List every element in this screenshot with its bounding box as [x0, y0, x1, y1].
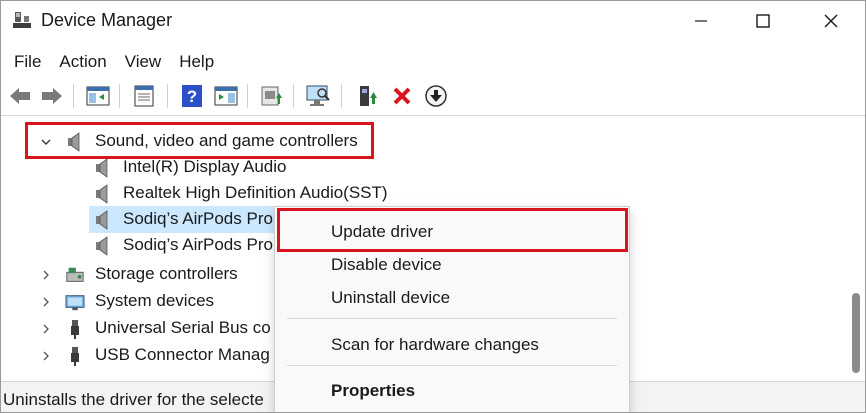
- update-driver-icon[interactable]: [259, 83, 285, 109]
- tree-category-label: USB Connector Manag: [95, 345, 270, 364]
- system-devices-icon: [65, 292, 85, 312]
- tree-category-usb-controllers[interactable]: Universal Serial Bus co: [1, 316, 276, 342]
- action-pane-icon[interactable]: [213, 83, 239, 109]
- scan-hardware-icon[interactable]: [305, 83, 331, 109]
- tree-item-label: Intel(R) Display Audio: [123, 157, 287, 176]
- menu-help[interactable]: Help: [170, 49, 223, 75]
- tree-category-usb-connector-managers[interactable]: USB Connector Manag: [1, 343, 276, 369]
- highlight-box-update-driver: [277, 208, 628, 252]
- forward-arrow-icon[interactable]: [39, 83, 65, 109]
- speaker-icon: [93, 236, 113, 256]
- help-icon[interactable]: ?: [179, 83, 205, 109]
- usb-plug-icon: [65, 319, 85, 339]
- usb-plug-icon: [65, 346, 85, 366]
- device-manager-icon: [12, 10, 32, 30]
- storage-controller-icon: [65, 265, 85, 285]
- chevron-right-icon[interactable]: [39, 349, 53, 363]
- window-title: Device Manager: [41, 10, 173, 30]
- tree-item-realtek-audio[interactable]: Realtek High Definition Audio(SST): [1, 181, 401, 207]
- tree-item-airpods-pro[interactable]: Sodiq’s AirPods Pro: [1, 233, 276, 259]
- tree-item-label: Sodiq’s AirPods Pro: [123, 235, 273, 254]
- tree-category-label: Storage controllers: [95, 264, 238, 283]
- toolbar-separator: [119, 84, 120, 108]
- enable-device-icon[interactable]: [355, 83, 381, 109]
- maximize-button[interactable]: [730, 1, 796, 41]
- close-button[interactable]: [798, 1, 864, 41]
- disable-device-icon[interactable]: [423, 83, 449, 109]
- device-manager-window: Device Manager File Action View Help ? S…: [0, 0, 866, 413]
- speaker-icon: [93, 158, 113, 178]
- tree-item-airpods-pro-selected[interactable]: Sodiq’s AirPods Pro: [1, 207, 276, 233]
- status-text: Uninstalls the driver for the selecte: [3, 390, 264, 409]
- ctx-disable-device[interactable]: Disable device: [275, 250, 629, 280]
- menu-file[interactable]: File: [5, 49, 50, 75]
- back-arrow-icon[interactable]: [7, 83, 33, 109]
- tree-item-label: Realtek High Definition Audio(SST): [123, 183, 388, 202]
- tree-item-label: Sodiq’s AirPods Pro: [123, 209, 273, 228]
- toolbar-separator: [73, 84, 74, 108]
- uninstall-device-icon[interactable]: [389, 83, 415, 109]
- minimize-button[interactable]: [668, 1, 734, 41]
- chevron-right-icon[interactable]: [39, 322, 53, 336]
- chevron-right-icon[interactable]: [39, 268, 53, 282]
- ctx-separator: [287, 318, 617, 319]
- chevron-right-icon[interactable]: [39, 295, 53, 309]
- toolbar-divider: [1, 115, 865, 116]
- ctx-properties[interactable]: Properties: [275, 376, 629, 406]
- vertical-scrollbar[interactable]: [846, 119, 865, 377]
- ctx-uninstall-device[interactable]: Uninstall device: [275, 283, 629, 313]
- menu-view[interactable]: View: [116, 49, 171, 75]
- tree-category-storage-controllers[interactable]: Storage controllers: [1, 262, 276, 288]
- ctx-scan-hardware[interactable]: Scan for hardware changes: [275, 330, 629, 360]
- tree-item-intel-display-audio[interactable]: Intel(R) Display Audio: [1, 155, 331, 181]
- ctx-separator: [287, 365, 617, 366]
- highlight-box-category: [25, 122, 374, 159]
- scrollbar-thumb[interactable]: [852, 293, 860, 373]
- toolbar-separator: [247, 84, 248, 108]
- toolbar: ?: [1, 81, 865, 113]
- speaker-icon: [93, 184, 113, 204]
- toolbar-separator: [293, 84, 294, 108]
- speaker-icon: [93, 210, 113, 230]
- tree-category-label: System devices: [95, 291, 215, 310]
- toolbar-separator: [167, 84, 168, 108]
- menu-bar: File Action View Help: [1, 47, 865, 77]
- tree-category-label: Universal Serial Bus co: [95, 318, 271, 337]
- toolbar-separator: [341, 84, 342, 108]
- properties-icon[interactable]: [131, 83, 157, 109]
- show-hide-console-tree-icon[interactable]: [85, 83, 111, 109]
- svg-text:?: ?: [187, 87, 197, 106]
- tree-category-system-devices[interactable]: System devices: [1, 289, 276, 315]
- menu-action[interactable]: Action: [50, 49, 115, 75]
- title-bar: Device Manager: [1, 1, 865, 41]
